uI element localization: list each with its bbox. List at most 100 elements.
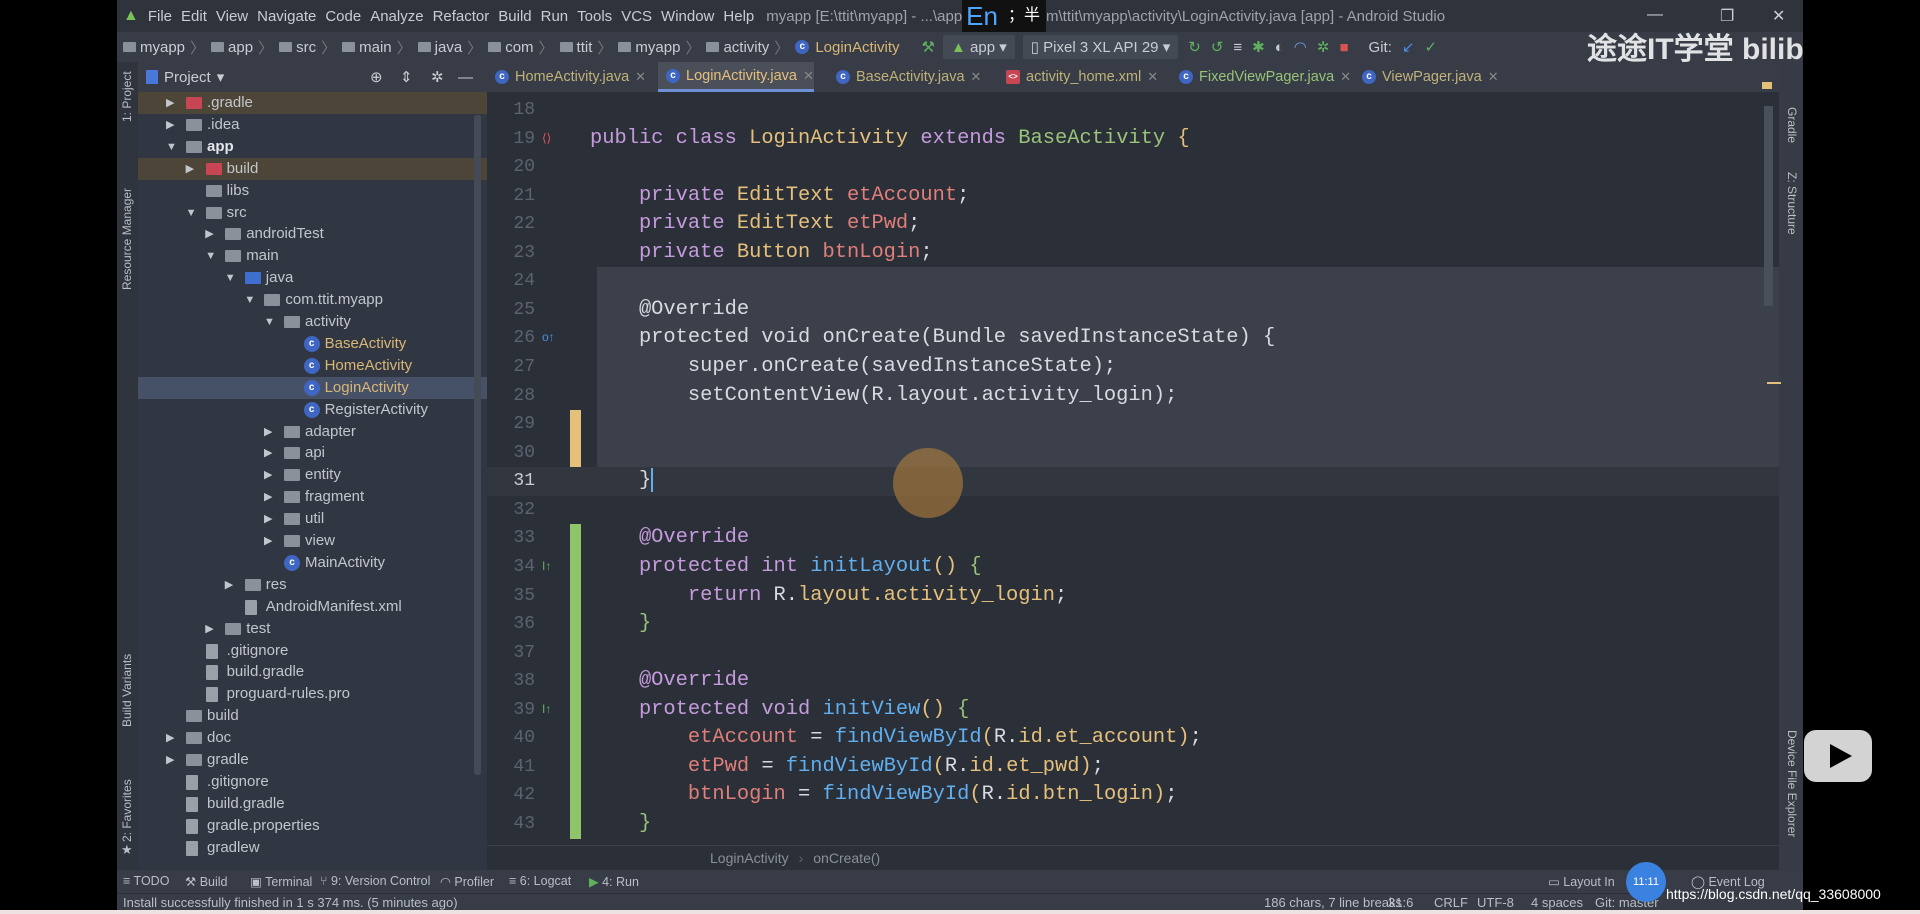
close-tab-icon[interactable]: ✕ bbox=[971, 69, 982, 85]
collapsed-arrow-icon[interactable]: ▶ bbox=[264, 508, 272, 530]
expanded-arrow-icon[interactable]: ▼ bbox=[205, 245, 216, 267]
tool-favorites[interactable]: 2: Favorites bbox=[120, 779, 134, 842]
device-select[interactable]: ▯ Pixel 3 XL API 29 ▾ bbox=[1022, 35, 1179, 59]
code-line[interactable]: return R.layout.activity_login; bbox=[590, 582, 1067, 611]
expanded-arrow-icon[interactable]: ▼ bbox=[264, 311, 275, 333]
collapsed-arrow-icon[interactable]: ▶ bbox=[264, 486, 272, 508]
close-tab-icon[interactable]: ✕ bbox=[1340, 69, 1351, 85]
tool--run[interactable]: ▶ 4: Run bbox=[589, 874, 639, 889]
tree-item[interactable]: ▶ gradle bbox=[138, 749, 487, 771]
close-tab-icon[interactable]: ✕ bbox=[803, 68, 814, 84]
bilibili-play-icon[interactable] bbox=[1804, 730, 1872, 782]
implement-method-icon[interactable]: I↑ bbox=[542, 702, 551, 716]
collapsed-arrow-icon[interactable]: ▶ bbox=[166, 727, 174, 749]
menu-edit[interactable]: Edit bbox=[181, 8, 207, 25]
locate-icon[interactable]: ⊕ bbox=[370, 68, 383, 86]
tree-item[interactable]: c LoginActivity bbox=[138, 376, 487, 399]
tool-project[interactable]: 1: Project bbox=[120, 71, 134, 122]
project-view-select[interactable]: Project bbox=[164, 69, 211, 86]
nav-crumb[interactable]: main 〉 bbox=[342, 37, 412, 58]
code-line[interactable]: etPwd = findViewById(R.id.et_pwd); bbox=[590, 753, 1104, 782]
menu-navigate[interactable]: Navigate bbox=[257, 8, 316, 25]
tree-item[interactable]: libs bbox=[138, 180, 487, 202]
override-method-icon[interactable]: o↑ bbox=[542, 330, 555, 344]
tool-gradle[interactable]: Gradle bbox=[1785, 107, 1799, 143]
code-line[interactable]: @Override bbox=[590, 296, 749, 325]
tree-item[interactable]: ▶ .gradle bbox=[138, 92, 487, 114]
editor-scrollbar[interactable] bbox=[1764, 106, 1773, 306]
tool--version-control[interactable]: ⑂ 9: Version Control bbox=[320, 874, 430, 888]
tool-terminal[interactable]: ▣ Terminal bbox=[250, 874, 312, 889]
collapsed-arrow-icon[interactable]: ▶ bbox=[264, 464, 272, 486]
tab-homeactivity-java[interactable]: c HomeActivity.java ✕ bbox=[487, 62, 646, 92]
tree-item[interactable]: ▶ build bbox=[138, 157, 487, 180]
git-commit-icon[interactable]: ✓ bbox=[1424, 38, 1437, 56]
tree-item[interactable]: ▶ fragment bbox=[138, 486, 487, 508]
indent-setting[interactable]: 4 spaces bbox=[1531, 895, 1583, 910]
tab-loginactivity-java[interactable]: c LoginActivity.java ✕ bbox=[658, 62, 814, 92]
code-line[interactable]: etAccount = findViewById(R.id.et_account… bbox=[590, 724, 1202, 753]
tool-build-variants[interactable]: Build Variants bbox=[120, 654, 134, 727]
stop-icon[interactable]: ■ bbox=[1339, 39, 1348, 56]
code-line[interactable]: super.onCreate(savedInstanceState); bbox=[590, 353, 1116, 382]
inspection-status-icon[interactable] bbox=[1762, 82, 1772, 89]
nav-crumb[interactable]: app 〉 bbox=[211, 37, 273, 58]
menu-view[interactable]: View bbox=[216, 8, 248, 25]
menu-help[interactable]: Help bbox=[723, 8, 754, 25]
nav-crumb[interactable]: activity 〉 bbox=[706, 37, 789, 58]
menu-analyze[interactable]: Analyze bbox=[370, 8, 423, 25]
collapsed-arrow-icon[interactable]: ▶ bbox=[205, 223, 213, 245]
tree-item[interactable]: ▼ src bbox=[138, 202, 487, 224]
tab-baseactivity-java[interactable]: c BaseActivity.java ✕ bbox=[828, 62, 981, 92]
tree-item[interactable]: c HomeActivity bbox=[138, 355, 487, 377]
tab-fixedviewpager-java[interactable]: c FixedViewPager.java ✕ bbox=[1171, 62, 1351, 92]
maximize-button[interactable]: ❐ bbox=[1720, 6, 1734, 26]
menu-tools[interactable]: Tools bbox=[577, 8, 612, 25]
git-update-icon[interactable]: ↙ bbox=[1402, 38, 1415, 56]
collapsed-arrow-icon[interactable]: ▶ bbox=[225, 574, 233, 596]
collapse-all-icon[interactable]: ⇕ bbox=[400, 68, 413, 86]
tree-item[interactable]: ▶ doc bbox=[138, 727, 487, 749]
tree-item[interactable]: c RegisterActivity bbox=[138, 399, 487, 421]
run-config-select[interactable]: ▲ app ▾ bbox=[942, 35, 1015, 59]
chevron-down-icon[interactable]: ▾ bbox=[217, 68, 225, 86]
tree-item[interactable]: ▶ androidTest bbox=[138, 223, 487, 245]
code-line[interactable]: } bbox=[590, 610, 651, 639]
collapsed-arrow-icon[interactable]: ▶ bbox=[205, 618, 213, 640]
tree-item[interactable]: ▶ adapter bbox=[138, 421, 487, 443]
tree-item[interactable]: c MainActivity bbox=[138, 552, 487, 574]
profile-icon[interactable]: ◠ bbox=[1294, 38, 1307, 56]
line-separator[interactable]: CRLF bbox=[1434, 895, 1468, 910]
nav-crumb[interactable]: myapp 〉 bbox=[618, 37, 700, 58]
modified-lines-marker[interactable] bbox=[570, 410, 581, 468]
tree-item[interactable]: ▶ test bbox=[138, 618, 487, 640]
collapsed-arrow-icon[interactable]: ▶ bbox=[264, 421, 272, 443]
tree-item[interactable]: build bbox=[138, 705, 487, 727]
hide-icon[interactable]: — bbox=[458, 69, 473, 86]
attach-debugger-icon[interactable]: ✲ bbox=[1317, 38, 1330, 56]
menu-code[interactable]: Code bbox=[325, 8, 361, 25]
code-line[interactable]: private EditText etAccount; bbox=[590, 182, 969, 211]
code-line[interactable]: protected void onCreate(Bundle savedInst… bbox=[590, 324, 1275, 353]
tool-resource-manager[interactable]: Resource Manager bbox=[120, 188, 134, 290]
code-line[interactable]: @Override bbox=[590, 667, 749, 696]
tree-item[interactable]: build.gradle bbox=[138, 661, 487, 683]
expanded-arrow-icon[interactable]: ▼ bbox=[244, 289, 255, 311]
expanded-arrow-icon[interactable]: ▼ bbox=[225, 267, 236, 289]
tree-item[interactable]: ▼ app bbox=[138, 136, 487, 158]
tree-item[interactable]: build.gradle bbox=[138, 793, 487, 815]
tool-profiler[interactable]: ◠ Profiler bbox=[440, 874, 494, 889]
tree-item[interactable]: gradle.properties bbox=[138, 815, 487, 837]
coverage-icon[interactable]: ◐ bbox=[1275, 39, 1284, 56]
tree-item[interactable]: ▼ activity bbox=[138, 311, 487, 333]
tool-device-file-explorer[interactable]: Device File Explorer bbox=[1785, 730, 1799, 837]
ime-language[interactable]: En bbox=[962, 0, 1002, 32]
tree-item[interactable]: .gitignore bbox=[138, 640, 487, 662]
menu-window[interactable]: Window bbox=[661, 8, 714, 25]
close-tab-icon[interactable]: ✕ bbox=[1147, 69, 1158, 85]
nav-crumb[interactable]: ttit 〉 bbox=[559, 37, 612, 58]
tree-item[interactable]: ▶ res bbox=[138, 574, 487, 596]
ime-mode[interactable]: ；半 bbox=[1001, 0, 1046, 32]
code-line[interactable]: @Override bbox=[590, 524, 749, 553]
nav-crumb[interactable]: c LoginActivity bbox=[795, 37, 900, 58]
